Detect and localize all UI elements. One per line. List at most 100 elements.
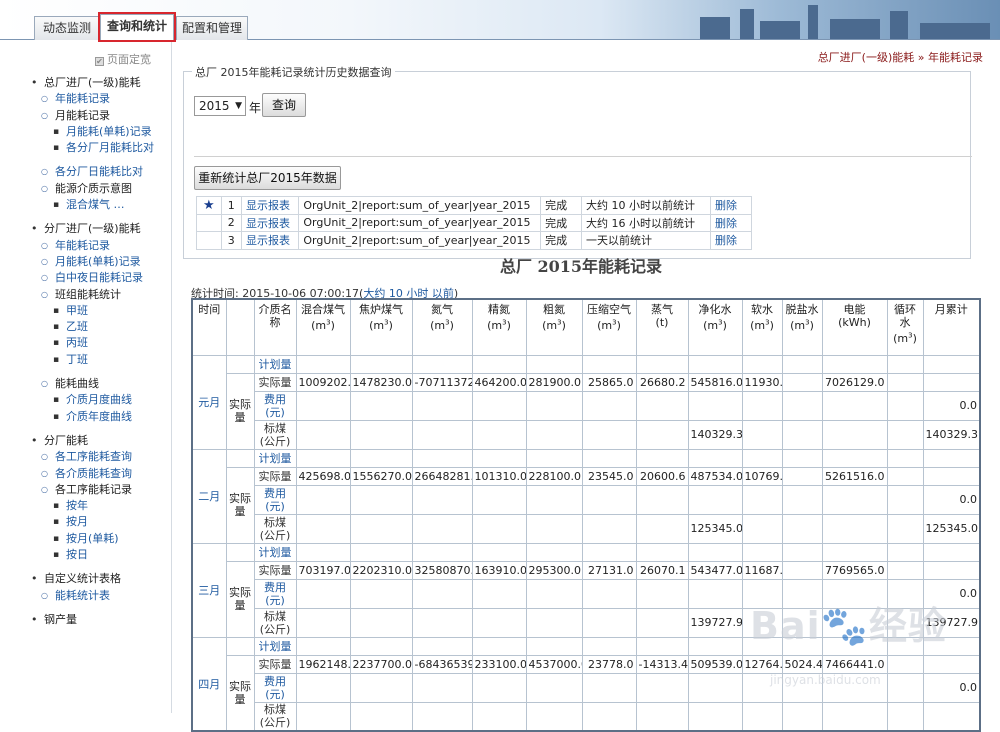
nav-item[interactable]: 年能耗记录 [0, 91, 170, 107]
nav-item[interactable]: 介质月度曲线 [0, 392, 170, 408]
nav-item-label: 月能耗记录 [55, 108, 110, 122]
nav-item[interactable]: 丙班 [0, 335, 170, 351]
nav-gap [0, 213, 170, 221]
cost-value [781, 390, 823, 421]
nav-item[interactable]: 介质年度曲线 [0, 409, 170, 425]
delete-link[interactable]: 删除 [710, 231, 752, 250]
cost-value [295, 578, 351, 609]
col-header-name: 净化水 [698, 303, 732, 316]
nav-section[interactable]: 自定义统计表格 [0, 571, 170, 587]
coal-total [922, 701, 981, 732]
actual-label: 实际量 [253, 372, 297, 392]
month-label: 三月 [191, 542, 227, 638]
nav-item-label: 介质月度曲线 [66, 393, 132, 407]
col-header-unit: (m3) [542, 318, 566, 332]
nav-item[interactable]: 能耗统计表 [0, 588, 170, 604]
nav-gap [0, 604, 170, 612]
actual-value: 228100.0 [525, 466, 583, 486]
actual-value [886, 372, 924, 392]
nav-section[interactable]: 分厂进厂(一级)能耗 [0, 221, 170, 237]
cost-value [411, 484, 473, 515]
plan-cell [635, 636, 689, 656]
actual-label: 实际量 [253, 654, 297, 674]
plan-cell [581, 354, 637, 374]
watermark-brand2: 经验 [868, 604, 947, 648]
nav-item[interactable]: 按月 [0, 514, 170, 530]
history-row: ★ 1 显示报表 OrgUnit_2|report:sum_of_year|year_… [196, 196, 752, 215]
coal-value [781, 701, 823, 732]
coal-value [525, 607, 583, 638]
cost-value [411, 390, 473, 421]
nav-item-label: 班组能耗统计 [55, 287, 121, 301]
year-select[interactable]: 2015 ▼ [194, 96, 246, 116]
actual-value: 23545.0 [581, 466, 637, 486]
nav-item[interactable]: 月能耗(单耗)记录 [0, 124, 170, 140]
nav-item: 班组能耗统计 [0, 287, 170, 303]
report-key: OrgUnit_2|report:sum_of_year|year_2015 [298, 231, 542, 250]
coal-value [295, 701, 351, 732]
plan-cell [411, 636, 473, 656]
query-button[interactable]: 查询 [262, 93, 306, 117]
recalc-button[interactable]: 重新统计总厂2015年数据 [194, 166, 341, 190]
nav-item-label: 分厂进厂(一级)能耗 [44, 222, 141, 236]
sidebar-nav: 总厂进厂(一级)能耗年能耗记录月能耗记录月能耗(单耗)记录各分厂月能耗比对各分厂… [0, 75, 170, 628]
nav-item-label: 各工序能耗查询 [55, 450, 132, 464]
nav-item[interactable]: 各分厂月能耗比对 [0, 140, 170, 156]
tab-query-stats[interactable]: 查询和统计 [98, 12, 176, 42]
status-text: 完成 [540, 213, 583, 232]
nav-item[interactable]: 各分厂日能耗比对 [0, 164, 170, 180]
coal-value [411, 513, 473, 544]
nav-item: 能源介质示意图 [0, 181, 170, 197]
nav-item[interactable]: 月能耗(单耗)记录 [0, 254, 170, 270]
actual-value: 2202310.0 [349, 560, 413, 580]
actual-row: 实际量实际量703197.02202310.032580870.0163910.… [192, 560, 981, 638]
nav-item[interactable]: 各介质能耗查询 [0, 466, 170, 482]
nav-item-label: 分厂能耗 [44, 433, 88, 447]
history-row-number: 3 [220, 231, 243, 250]
nav-item[interactable]: 年能耗记录 [0, 238, 170, 254]
coal-value [741, 513, 783, 544]
coal-value [581, 513, 637, 544]
plan-row: 元月 计划量 [191, 354, 981, 450]
delete-link[interactable]: 删除 [710, 213, 752, 232]
actual-row: 实际量实际量425698.01556270.026648281.0101310.… [192, 466, 981, 544]
nav-section[interactable]: 分厂能耗 [0, 433, 170, 449]
col-header-8: 软水 (m3) [741, 298, 783, 356]
show-report-link[interactable]: 显示报表 [241, 213, 300, 232]
show-report-link[interactable]: 显示报表 [241, 196, 300, 215]
col-header-10: 电能 (kWh) [821, 298, 888, 356]
coal-total: 140329.3 [922, 419, 981, 450]
checkbox-icon[interactable]: ✔ [95, 57, 104, 66]
col-header-name: 软水 [751, 303, 773, 316]
fixed-width-toggle[interactable]: ✔ 页面定宽 [95, 51, 151, 67]
nav-item[interactable]: 白中夜日能耗记录 [0, 270, 170, 286]
tab-config[interactable]: 配置和管理 [176, 16, 248, 40]
nav-item[interactable]: 甲班 [0, 303, 170, 319]
nav-item[interactable]: 丁班 [0, 352, 170, 368]
nav-item[interactable]: 按年 [0, 498, 170, 514]
actual-value: 26648281.0 [411, 466, 473, 486]
cost-value [635, 484, 689, 515]
col-header-name: 脱盐水 [785, 303, 819, 316]
nav-item-label: 各分厂日能耗比对 [55, 165, 143, 179]
tab-monitor[interactable]: 动态监测 [34, 16, 100, 40]
nav-item[interactable]: 乙班 [0, 319, 170, 335]
nav-section[interactable]: 总厂进厂(一级)能耗 [0, 75, 170, 91]
cost-value [295, 390, 351, 421]
nav-item[interactable]: 按月(单耗) [0, 531, 170, 547]
nav-item[interactable]: 混合煤气 … [0, 197, 170, 213]
nav-item[interactable]: 各工序能耗查询 [0, 449, 170, 465]
history-query-panel: 总厂 2015年能耗记录统计历史数据查询 2015 ▼ 年 查询 重新统计总厂20… [183, 64, 972, 259]
nav-item[interactable]: 按日 [0, 547, 170, 563]
delete-link[interactable]: 删除 [710, 196, 752, 215]
history-row: 3 显示报表 OrgUnit_2|report:sum_of_year|year_2… [196, 231, 752, 250]
nav-section[interactable]: 钢产量 [0, 612, 170, 628]
stat-time-text: 大约 10 小时以前统计 [581, 196, 711, 215]
actual-value: 509539.0 [687, 654, 743, 674]
plan-label: 计划量 [253, 448, 297, 468]
plan-cell [922, 354, 981, 374]
cost-value [581, 672, 637, 703]
nav-item-label: 年能耗记录 [55, 238, 110, 252]
show-report-link[interactable]: 显示报表 [241, 231, 300, 250]
coal-value [471, 701, 527, 732]
